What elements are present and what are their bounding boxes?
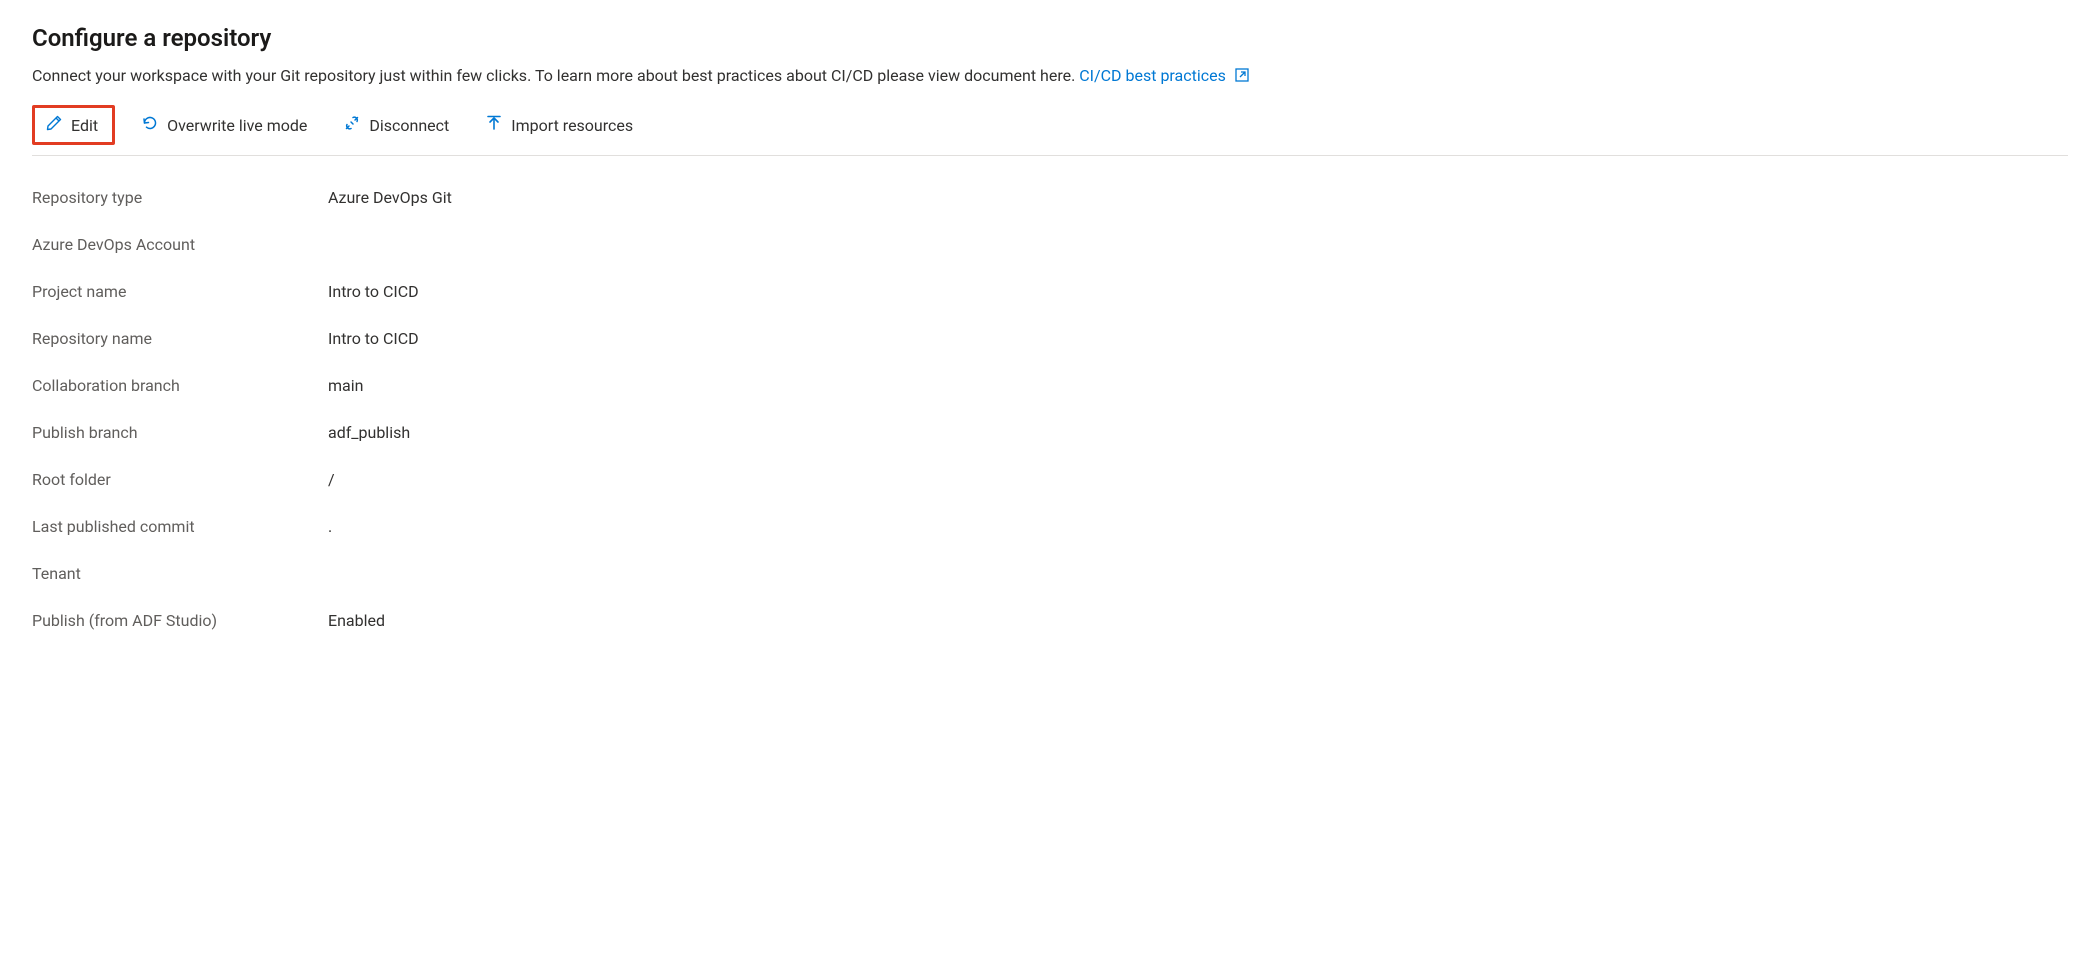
detail-row-publish-branch: Publish branch adf_publish <box>32 409 2068 456</box>
overwrite-live-mode-button[interactable]: Overwrite live mode <box>131 108 317 142</box>
detail-row-root-folder: Root folder / <box>32 456 2068 503</box>
link-text: CI/CD best practices <box>1079 66 1226 85</box>
detail-row-tenant: Tenant <box>32 550 2068 597</box>
detail-label: Root folder <box>32 470 328 489</box>
disconnect-label: Disconnect <box>369 116 449 135</box>
edit-button[interactable]: Edit <box>32 105 115 145</box>
repository-details: Repository type Azure DevOps Git Azure D… <box>32 174 2068 644</box>
detail-label: Repository name <box>32 329 328 348</box>
detail-value: adf_publish <box>328 423 410 442</box>
detail-label: Last published commit <box>32 517 328 536</box>
detail-label: Publish (from ADF Studio) <box>32 611 328 630</box>
detail-label: Azure DevOps Account <box>32 235 328 254</box>
overwrite-label: Overwrite live mode <box>167 116 307 135</box>
description-text: Connect your workspace with your Git rep… <box>32 66 1079 85</box>
import-resources-button[interactable]: Import resources <box>475 108 643 142</box>
detail-row-publish-from-adf-studio: Publish (from ADF Studio) Enabled <box>32 597 2068 644</box>
detail-row-last-published-commit: Last published commit . <box>32 503 2068 550</box>
disconnect-icon <box>343 114 361 136</box>
detail-row-project-name: Project name Intro to CICD <box>32 268 2068 315</box>
pencil-icon <box>45 114 63 136</box>
external-link-icon <box>1234 67 1250 87</box>
detail-value: Intro to CICD <box>328 329 419 348</box>
description: Connect your workspace with your Git rep… <box>32 66 2068 87</box>
detail-label: Tenant <box>32 564 328 583</box>
refresh-icon <box>141 114 159 136</box>
detail-value: main <box>328 376 363 395</box>
page-title: Configure a repository <box>32 24 2068 52</box>
detail-row-repository-name: Repository name Intro to CICD <box>32 315 2068 362</box>
disconnect-button[interactable]: Disconnect <box>333 108 459 142</box>
detail-row-azure-devops-account: Azure DevOps Account <box>32 221 2068 268</box>
detail-label: Publish branch <box>32 423 328 442</box>
toolbar: Edit Overwrite live mode Disconnect <box>32 105 2068 156</box>
detail-value: Intro to CICD <box>328 282 419 301</box>
detail-value: . <box>328 517 332 536</box>
detail-value: Enabled <box>328 611 385 630</box>
detail-label: Project name <box>32 282 328 301</box>
detail-label: Collaboration branch <box>32 376 328 395</box>
detail-label: Repository type <box>32 188 328 207</box>
import-label: Import resources <box>511 116 633 135</box>
edit-label: Edit <box>71 116 98 135</box>
detail-row-repository-type: Repository type Azure DevOps Git <box>32 174 2068 221</box>
detail-row-collaboration-branch: Collaboration branch main <box>32 362 2068 409</box>
import-icon <box>485 114 503 136</box>
cicd-best-practices-link[interactable]: CI/CD best practices <box>1079 66 1250 85</box>
detail-value: / <box>328 470 335 489</box>
detail-value: Azure DevOps Git <box>328 188 452 207</box>
